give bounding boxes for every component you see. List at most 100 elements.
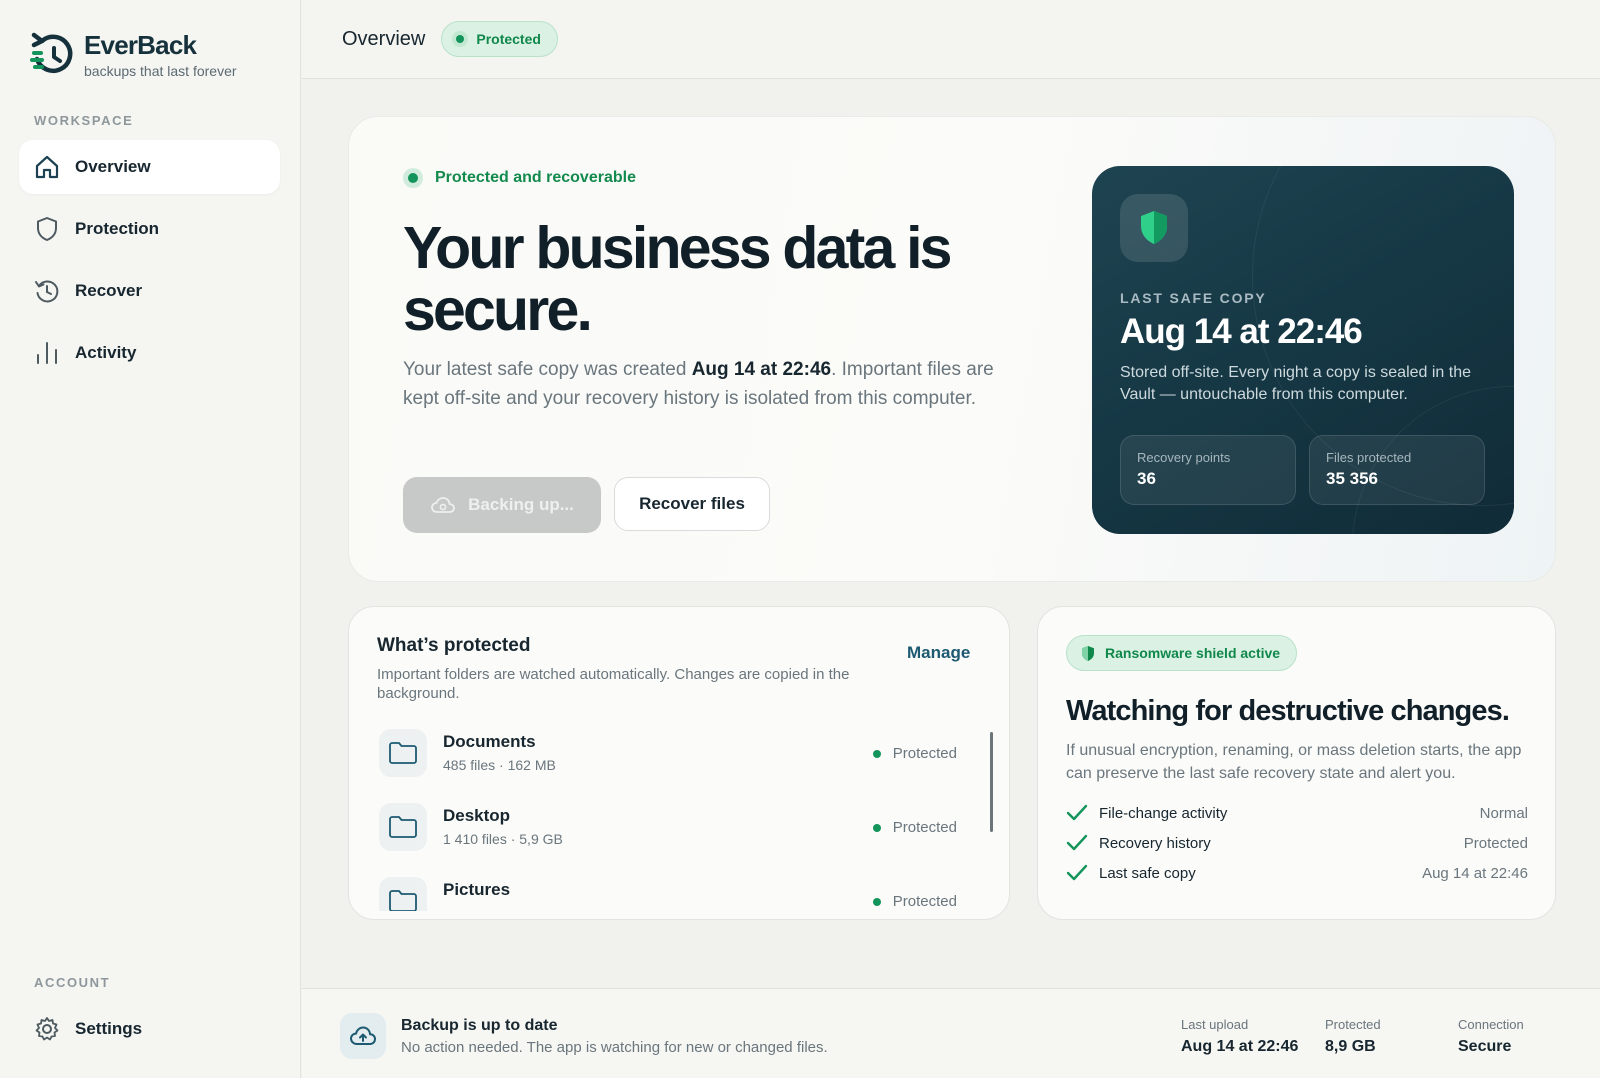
whats-protected-card: What’s protected Important folders are w… [348, 606, 1010, 920]
stat-value: 8,9 GB [1325, 1038, 1376, 1055]
home-icon [33, 153, 61, 181]
cloud-upload-icon [340, 1013, 386, 1059]
status-dot-icon [872, 749, 881, 758]
brand-tagline: backups that last forever [84, 63, 237, 79]
cloud-icon [430, 496, 456, 514]
sidebar-item-label: Protection [75, 219, 160, 238]
status-badge: Protected [441, 21, 558, 57]
sidebar-item-overview[interactable]: Overview [19, 140, 280, 194]
recovery-points-stat: Recovery points 36 [1120, 435, 1296, 505]
check-label: File-change activity [1099, 804, 1228, 822]
sidebar-item-label: Recover [75, 281, 143, 300]
manage-link[interactable]: Manage [907, 643, 970, 663]
folder-name: Desktop [443, 806, 511, 825]
status-dot-icon [872, 823, 881, 832]
check-row: Recovery history Protected [1066, 831, 1528, 855]
folder-list[interactable]: Documents 485 files · 162 MB Protected D… [377, 725, 979, 911]
folder-icon [379, 729, 427, 777]
folder-status: Protected [872, 819, 957, 836]
last-safe-copy-card: LAST SAFE COPY Aug 14 at 22:46 Stored of… [1092, 166, 1514, 534]
check-row: Last safe copy Aug 14 at 22:46 [1066, 861, 1528, 885]
sidebar-item-recover[interactable]: Recover [19, 264, 280, 318]
check-value: Aug 14 at 22:46 [1422, 864, 1528, 882]
backup-button-label: Backing up... [468, 495, 574, 514]
workspace-label: WORKSPACE [34, 113, 134, 128]
connection-stat: Connection Secure [1458, 1017, 1524, 1056]
status-bar: Backup is up to date No action needed. T… [302, 988, 1600, 1078]
sidebar-item-label: Activity [75, 343, 137, 362]
ransomware-shield-card: Ransomware shield active Watching for de… [1037, 606, 1556, 920]
stat-label: Protected [1325, 1017, 1381, 1032]
stat-label: Recovery points [1137, 450, 1231, 465]
status-badge-label: Protected [476, 31, 541, 47]
files-protected-stat: Files protected 35 356 [1309, 435, 1485, 505]
stat-value: 35 356 [1326, 469, 1378, 488]
folder-icon [379, 803, 427, 851]
hero-description-time: Aug 14 at 22:46 [691, 359, 832, 380]
page-title: Overview [342, 27, 426, 50]
status-bar-subtitle: No action needed. The app is watching fo… [401, 1039, 828, 1056]
backup-button[interactable]: Backing up... [403, 477, 601, 533]
shield-icon [33, 215, 61, 243]
sidebar: EverBack backups that last forever WORKS… [0, 0, 301, 1078]
card-description: Important folders are watched automatica… [377, 666, 850, 702]
folder-status-label: Protected [892, 819, 957, 836]
status-dot-icon [408, 173, 418, 183]
check-icon [1066, 804, 1088, 822]
brand[interactable]: EverBack backups that last forever [30, 30, 237, 80]
stat-value: Aug 14 at 22:46 [1181, 1038, 1299, 1055]
last-safe-copy-description: Stored off-site. Every night a copy is s… [1120, 364, 1472, 403]
topbar: Overview Protected [302, 0, 1600, 79]
last-safe-copy-label: LAST SAFE COPY [1120, 290, 1267, 306]
stat-label: Files protected [1326, 450, 1412, 465]
check-value: Protected [1463, 834, 1528, 852]
shield-icon [1081, 645, 1095, 662]
folder-name: Documents [443, 732, 536, 751]
stat-value: 36 [1137, 469, 1156, 488]
folder-name: Pictures [443, 880, 511, 899]
stat-label: Last upload [1181, 1017, 1249, 1032]
status-bar-title: Backup is up to date [401, 1017, 558, 1034]
check-row: File-change activity Normal [1066, 801, 1528, 825]
check-icon [1066, 834, 1088, 852]
sidebar-item-label: Overview [75, 157, 151, 176]
brand-name: EverBack [84, 30, 197, 60]
folder-status: Protected [872, 745, 957, 762]
status-dot-icon [872, 897, 881, 906]
bar-chart-icon [33, 339, 61, 367]
shield-icon [1141, 211, 1167, 244]
hero-status: Protected and recoverable [403, 169, 636, 187]
hero-description-prefix: Your latest safe copy was created [403, 359, 692, 380]
protected-size-stat: Protected 8,9 GB [1325, 1017, 1381, 1056]
hero-panel: Protected and recoverable Your business … [348, 116, 1556, 582]
last-upload-stat: Last upload Aug 14 at 22:46 [1181, 1017, 1298, 1056]
folder-status-label: Protected [892, 893, 957, 910]
everback-logo-icon [30, 32, 73, 73]
check-icon [1066, 864, 1088, 882]
sidebar-item-activity[interactable]: Activity [19, 326, 280, 380]
hero-status-label: Protected and recoverable [435, 169, 636, 186]
folder-meta: 485 files · 162 MB [443, 757, 556, 773]
check-label: Last safe copy [1099, 864, 1196, 882]
folder-status: Protected [872, 893, 957, 910]
list-item[interactable]: Documents 485 files · 162 MB Protected [377, 725, 979, 781]
card-title: Watching for destructive changes. [1066, 695, 1510, 727]
ransomware-shield-badge: Ransomware shield active [1066, 635, 1298, 671]
check-label: Recovery history [1099, 834, 1211, 852]
status-dot-icon [456, 35, 465, 43]
sidebar-item-protection[interactable]: Protection [19, 202, 280, 256]
shield-badge [1120, 194, 1188, 262]
history-icon [33, 277, 61, 305]
list-item[interactable]: Desktop 1 410 files · 5,9 GB Protected [377, 799, 979, 855]
sidebar-item-settings[interactable]: Settings [19, 1002, 280, 1056]
ransomware-shield-badge-label: Ransomware shield active [1105, 645, 1281, 661]
folder-list-scrollbar[interactable] [990, 732, 993, 832]
card-title: What’s protected [377, 635, 531, 656]
stat-value: Secure [1458, 1038, 1512, 1055]
recover-files-button[interactable]: Recover files [614, 477, 770, 531]
folder-status-label: Protected [892, 745, 957, 762]
card-description: If unusual encryption, renaming, or mass… [1066, 742, 1522, 782]
stat-label: Connection [1458, 1017, 1524, 1032]
account-label: ACCOUNT [34, 975, 111, 990]
list-item[interactable]: Pictures Protected [377, 873, 979, 911]
